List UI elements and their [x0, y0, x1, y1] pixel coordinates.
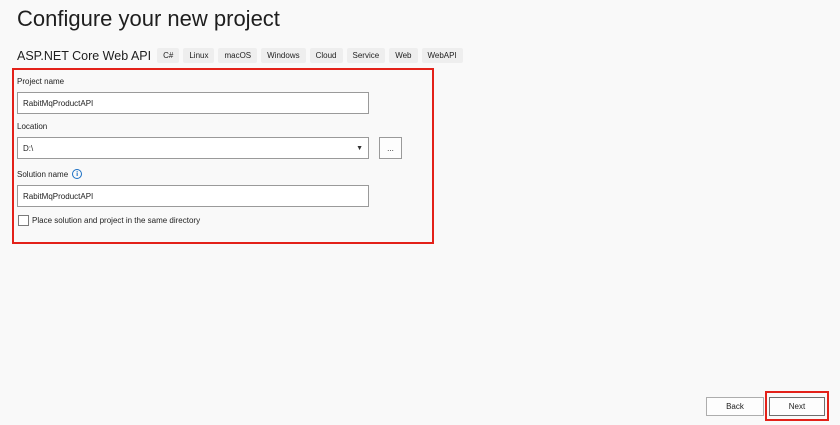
- browse-button[interactable]: ...: [379, 137, 402, 159]
- solution-name-label-row: Solution name i: [17, 169, 83, 179]
- project-name-input[interactable]: [17, 92, 369, 114]
- tag-linux: Linux: [183, 48, 215, 63]
- location-dropdown[interactable]: D:\ ▼: [17, 137, 369, 159]
- page-title: Configure your new project: [17, 6, 280, 31]
- template-header: ASP.NET Core Web API C# Linux macOS Wind…: [17, 48, 467, 63]
- project-name-label: Project name: [17, 77, 65, 86]
- location-label: Location: [17, 122, 48, 131]
- next-button[interactable]: Next: [769, 397, 825, 416]
- tag-web: Web: [389, 48, 418, 63]
- tag-windows: Windows: [261, 48, 306, 63]
- tag-cloud: Cloud: [309, 48, 343, 63]
- solution-name-input[interactable]: [17, 185, 369, 207]
- same-directory-label[interactable]: Place solution and project in the same d…: [32, 216, 200, 225]
- same-directory-checkbox[interactable]: [18, 215, 29, 226]
- tag-webapi: WebAPI: [421, 48, 463, 63]
- location-value: D:\: [23, 143, 34, 153]
- back-button[interactable]: Back: [706, 397, 764, 416]
- tag-csharp: C#: [157, 48, 180, 63]
- template-name: ASP.NET Core Web API: [17, 48, 152, 63]
- tag-service: Service: [346, 48, 386, 63]
- chevron-down-icon: ▼: [356, 144, 363, 152]
- info-icon[interactable]: i: [72, 169, 83, 179]
- solution-name-label: Solution name: [17, 169, 69, 179]
- tag-macos: macOS: [218, 48, 258, 63]
